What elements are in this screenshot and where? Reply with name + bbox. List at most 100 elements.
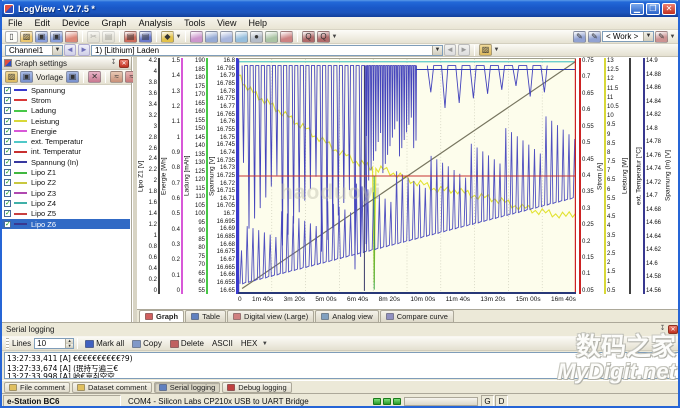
tab-serial-logging[interactable]: Serial logging — [154, 382, 220, 393]
checkbox-icon[interactable]: ✓ — [4, 169, 11, 176]
chevron-down-icon[interactable]: ▼ — [52, 46, 62, 55]
work-combobox[interactable]: < Work >▼ — [602, 31, 654, 42]
stepper-down-icon[interactable]: ▼ — [66, 344, 73, 349]
chevron-down-icon[interactable]: ▼ — [669, 34, 676, 40]
hex-button[interactable]: HEX — [238, 338, 260, 350]
save-icon[interactable]: ▣ — [35, 31, 48, 43]
tab-analog-view[interactable]: Analog view — [315, 310, 378, 322]
import-file-data-icon[interactable]: ▤ — [139, 31, 152, 43]
import-device-data-icon[interactable]: ▤ — [124, 31, 137, 43]
window-export-icon[interactable] — [220, 31, 233, 43]
mark-all-button[interactable]: Mark all — [82, 338, 127, 350]
session-combobox[interactable]: 1) [Lithium] Laden ▼ — [91, 45, 443, 56]
curve-tool-icon[interactable] — [205, 31, 218, 43]
checkbox-icon[interactable]: ✓ — [4, 87, 11, 94]
vorlage-label[interactable]: Vorlage — [36, 73, 63, 82]
legend-row-lipo-z5[interactable]: ✓Lipo Z5 — [2, 209, 130, 219]
plot-area[interactable]: haoduoyi — [238, 58, 576, 294]
legend-row-lipo-z6[interactable]: ✓Lipo Z6 — [2, 219, 130, 229]
close-panel-icon[interactable]: ✕ — [119, 59, 129, 68]
ascii-button[interactable]: ASCII — [209, 338, 236, 350]
close-panel-icon[interactable]: ✕ — [668, 325, 678, 334]
export-icon[interactable] — [65, 31, 78, 43]
device-monitor-icon[interactable] — [265, 31, 278, 43]
checkbox-icon[interactable]: ✓ — [4, 97, 11, 104]
wand-tool-icon[interactable] — [190, 31, 203, 43]
legend-row-spannung[interactable]: ✓Spannung — [2, 85, 130, 95]
stepper-arrows[interactable]: ▲ ▼ — [65, 339, 73, 348]
channel-combobox[interactable]: Channel1 ▼ — [5, 45, 63, 56]
menu-file[interactable]: File — [2, 17, 29, 30]
legend-row-lipo-z4[interactable]: ✓Lipo Z4 — [2, 198, 130, 208]
chevron-down-icon[interactable]: ▼ — [432, 46, 442, 55]
connect-pen-icon[interactable]: ✎ — [573, 31, 586, 43]
save-as-template-icon[interactable]: ▣ — [66, 71, 79, 83]
pin-icon[interactable]: ↧ — [109, 59, 118, 68]
curve-cross-icon[interactable]: ✕ — [88, 71, 101, 83]
prev-session-arrow-icon[interactable]: ◄ — [444, 44, 456, 56]
d-indicator[interactable]: D — [495, 395, 508, 407]
serial-log-output[interactable]: 13:27:33,411 [A] €€€€€€€€€€?9)13:27:33,6… — [4, 352, 680, 379]
checkbox-icon[interactable]: ✓ — [4, 148, 11, 155]
legend-row-int-temperatur[interactable]: ✓int. Temperatur — [2, 147, 130, 157]
open-file-icon[interactable]: ▨ — [20, 31, 33, 43]
close-button[interactable]: ✕ — [662, 3, 676, 15]
legend-row-strom[interactable]: ✓Strom — [2, 95, 130, 105]
zoom-out-icon[interactable]: Q — [317, 31, 330, 43]
chevron-down-icon[interactable]: ▼ — [643, 32, 653, 41]
flag-marker-icon[interactable] — [280, 31, 293, 43]
menu-help[interactable]: Help — [242, 17, 273, 30]
tab-dataset-comment[interactable]: Dataset comment — [72, 382, 152, 393]
new-file-icon[interactable]: ▯ — [5, 31, 18, 43]
legend-row-leistung[interactable]: ✓Leistung — [2, 116, 130, 126]
legend-row-spannung-in[interactable]: ✓Spannung (In) — [2, 157, 130, 167]
checkbox-icon[interactable]: ✓ — [4, 128, 11, 135]
chevron-down-icon[interactable]: ▼ — [331, 34, 338, 40]
checkbox-icon[interactable]: ✓ — [4, 210, 11, 217]
next-channel-arrow-icon[interactable]: ► — [78, 44, 90, 56]
save-all-icon[interactable]: ▣ — [50, 31, 63, 43]
copy-button[interactable]: Copy — [129, 338, 165, 350]
checkbox-icon[interactable]: ✓ — [4, 138, 11, 145]
save-template-icon[interactable]: ▣ — [20, 71, 33, 83]
minimize-button[interactable]: ▁ — [630, 3, 644, 15]
timer-icon[interactable]: ● — [250, 31, 263, 43]
menu-analysis[interactable]: Analysis — [133, 17, 179, 30]
legend-row-energie[interactable]: ✓Energie — [2, 126, 130, 136]
legend-row-lipo-z3[interactable]: ✓Lipo Z3 — [2, 188, 130, 198]
zoom-in-icon[interactable]: Q — [302, 31, 315, 43]
prev-channel-arrow-icon[interactable]: ◄ — [64, 44, 76, 56]
legend-row-ext-temperatur[interactable]: ✓ext. Temperatur — [2, 136, 130, 146]
tab-graph[interactable]: Graph — [139, 310, 184, 322]
chevron-down-icon[interactable]: ▼ — [175, 34, 182, 40]
tab-digital-view-large[interactable]: Digital view (Large) — [227, 310, 314, 322]
title-bar[interactable]: LogView - V2.7.5 * ▁ ❐ ✕ — [0, 0, 680, 17]
legend-row-lipo-z2[interactable]: ✓Lipo Z2 — [2, 178, 130, 188]
menu-graph[interactable]: Graph — [96, 17, 133, 30]
checkbox-icon[interactable]: ✓ — [4, 118, 11, 125]
record-pen-icon[interactable]: ✎ — [588, 31, 601, 43]
checkbox-icon[interactable]: ✓ — [4, 179, 11, 186]
checkbox-icon[interactable]: ✓ — [4, 107, 11, 114]
delete-button[interactable]: Delete — [167, 338, 207, 350]
legend-row-ladung[interactable]: ✓Ladung — [2, 106, 130, 116]
tab-table[interactable]: Table — [185, 310, 226, 322]
checkbox-icon[interactable]: ✓ — [4, 200, 11, 207]
lines-stepper[interactable]: 10 ▲ ▼ — [34, 338, 74, 349]
tab-debug-logging[interactable]: Debug logging — [222, 382, 291, 393]
open-template-icon[interactable]: ▨ — [5, 71, 18, 83]
tab-compare-curve[interactable]: Compare curve — [380, 310, 454, 322]
toolbar-grip[interactable] — [6, 338, 9, 349]
chevron-down-icon[interactable]: ▼ — [261, 341, 268, 347]
checkbox-icon[interactable]: ✓ — [4, 190, 11, 197]
checkbox-icon[interactable]: ✓ — [4, 221, 11, 228]
folder-icon[interactable]: ▨ — [479, 44, 492, 56]
curve-scale-icon[interactable]: ≈ — [110, 71, 123, 83]
menu-tools[interactable]: Tools — [178, 17, 211, 30]
menu-edit[interactable]: Edit — [29, 17, 57, 30]
disconnect-pen-icon[interactable]: ✎ — [655, 31, 668, 43]
g-indicator[interactable]: G — [481, 395, 494, 407]
tab-file-comment[interactable]: File comment — [4, 382, 70, 393]
menu-view[interactable]: View — [211, 17, 242, 30]
pin-icon[interactable]: ↧ — [658, 325, 667, 334]
